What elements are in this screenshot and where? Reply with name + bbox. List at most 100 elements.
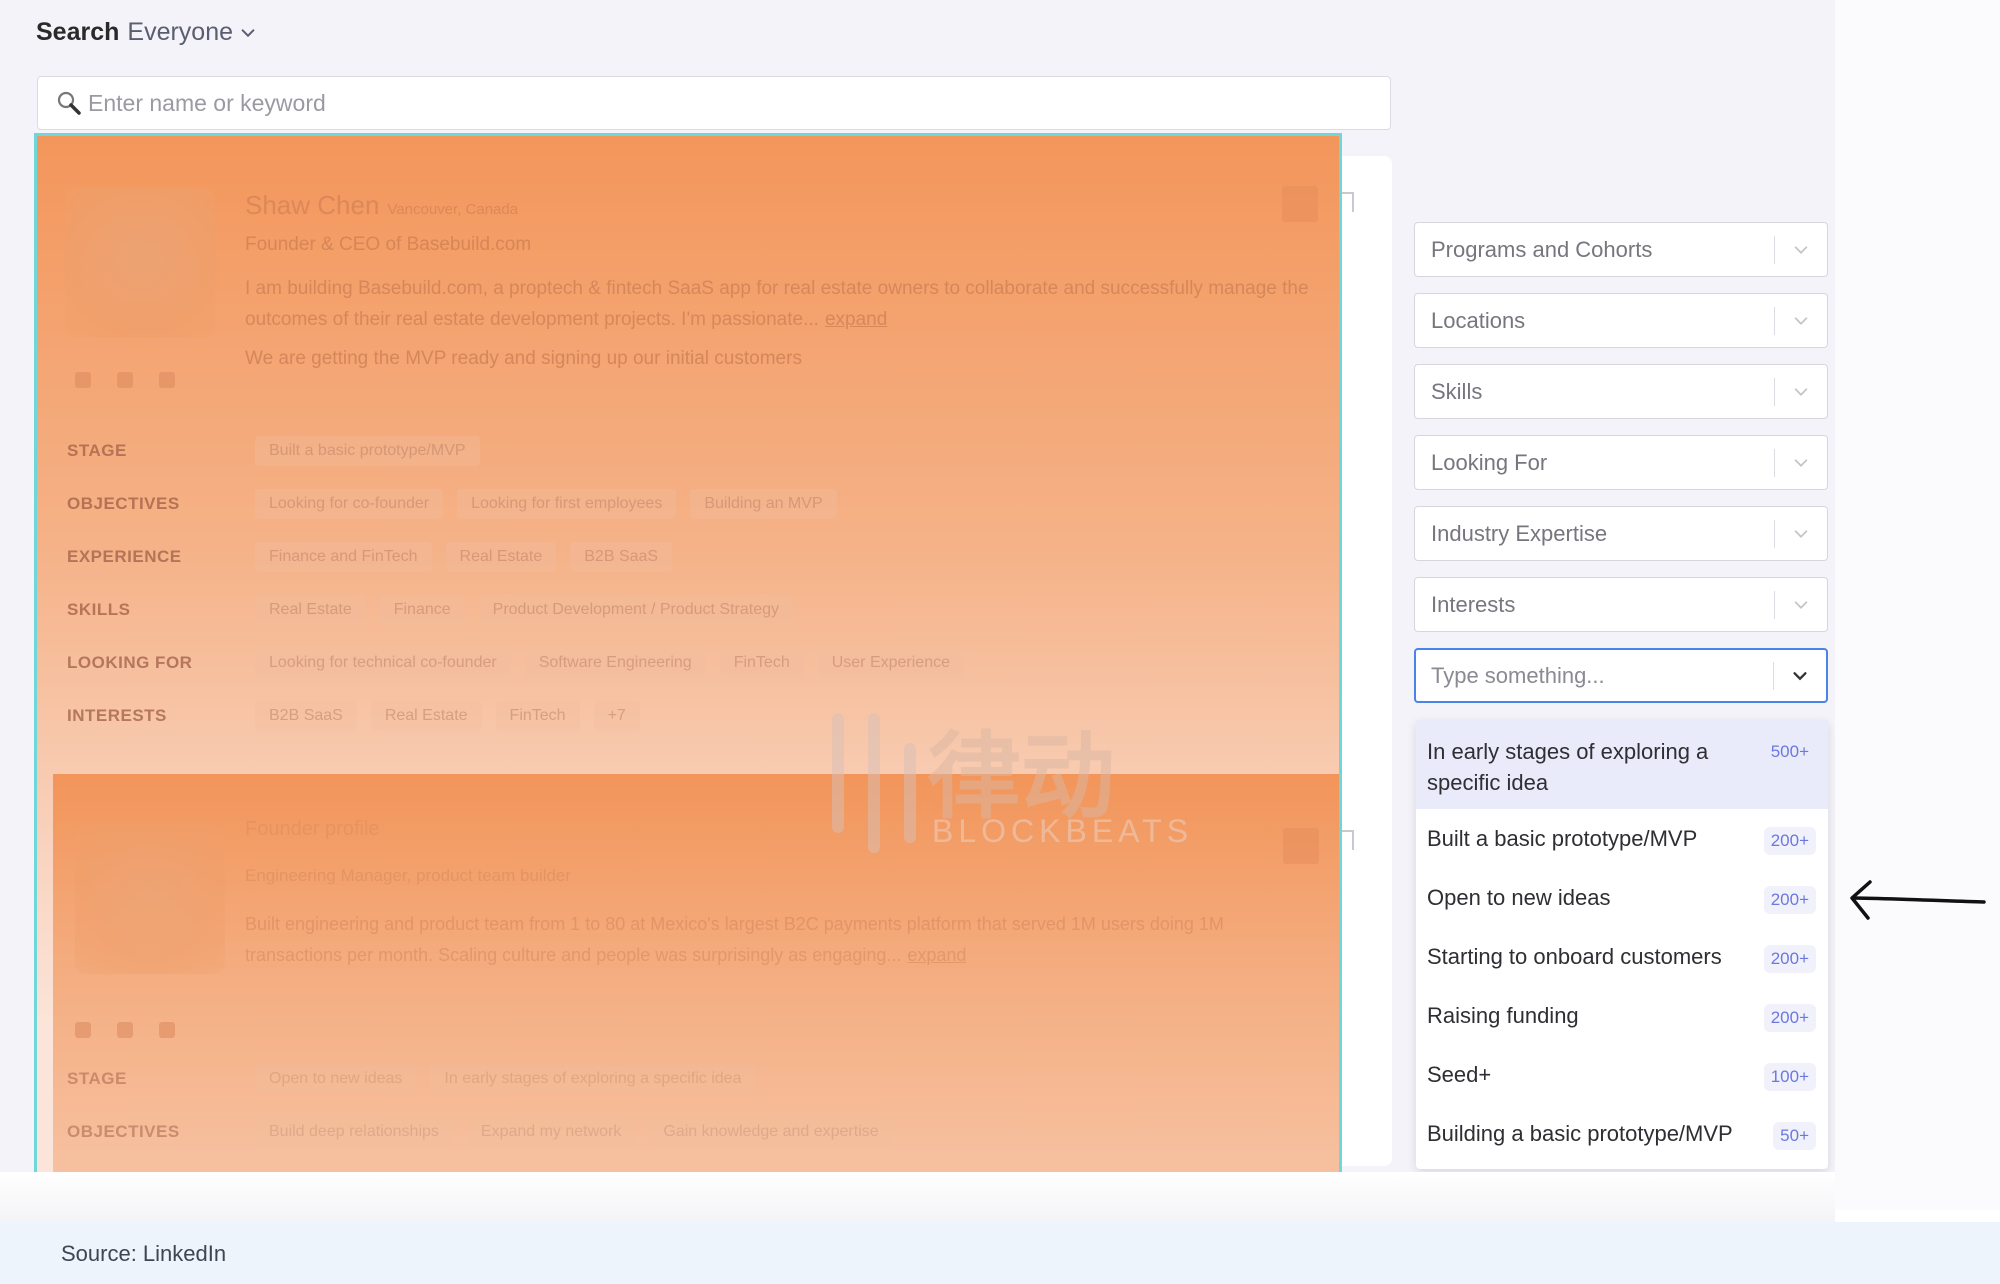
- annotation-arrow-left-icon: [1850, 880, 1986, 920]
- dropdown-option[interactable]: Raising funding 200+: [1416, 986, 1828, 1045]
- dropdown-option[interactable]: Starting to onboard customers 200+: [1416, 927, 1828, 986]
- dropdown-option[interactable]: Open to new ideas 200+: [1416, 868, 1828, 927]
- filter-panel: Programs and Cohorts Locations Skills Lo…: [1414, 222, 1828, 719]
- option-count-badge: 500+: [1770, 742, 1809, 761]
- attribute-chip: Gain knowledge and expertise: [649, 1116, 893, 1147]
- attribute-chip: Built a basic prototype/MVP: [255, 435, 480, 466]
- profile-headline: Founder & CEO of Basebuild.com: [245, 234, 532, 255]
- chevron-down-icon: [1794, 316, 1808, 325]
- more-interests-chip[interactable]: +7: [593, 700, 640, 731]
- attribute-chip: Finance and FinTech: [255, 541, 432, 572]
- social-links: [75, 372, 175, 388]
- profile-headline: Engineering Manager, product team builde…: [245, 866, 572, 885]
- filter-industry-expertise[interactable]: Industry Expertise: [1414, 506, 1828, 561]
- attribute-chip: Finance: [379, 594, 465, 625]
- avatar: [65, 188, 215, 338]
- attribute-row: STAGE Built a basic prototype/MVP: [67, 424, 964, 477]
- search-header: Search Everyone: [36, 18, 257, 47]
- margin-area: [1835, 0, 2000, 1210]
- attribute-label: EXPERIENCE: [67, 546, 182, 566]
- avatar: [75, 824, 225, 974]
- search-input[interactable]: [88, 89, 1288, 117]
- linkedin-icon[interactable]: [117, 1022, 133, 1038]
- option-count-badge: 100+: [1763, 1062, 1816, 1091]
- filter-label: Skills: [1431, 378, 1483, 404]
- twitter-icon[interactable]: [75, 1022, 91, 1038]
- social-links: [75, 1022, 175, 1038]
- option-count-badge: 200+: [1763, 1003, 1816, 1032]
- filter-interests[interactable]: Interests: [1414, 577, 1828, 632]
- attribute-chip: Open to new ideas: [255, 1063, 417, 1094]
- option-label: Starting to onboard customers: [1427, 944, 1722, 969]
- attribute-chip: Looking for co-founder: [255, 488, 444, 519]
- profile-name[interactable]: Founder profile: [245, 818, 380, 841]
- chevron-down-icon: [241, 28, 255, 37]
- bookmark-icon[interactable]: [1340, 192, 1354, 212]
- profile-attributes: STAGE Built a basic prototype/MVP OBJECT…: [67, 424, 964, 742]
- option-label: Open to new ideas: [1427, 885, 1611, 910]
- attribute-chip: Looking for first employees: [457, 488, 677, 519]
- attribute-chip: Real Estate: [370, 700, 482, 731]
- scope-label: Everyone: [127, 18, 234, 46]
- profile-card[interactable]: Founder profile Engineering Manager, pro…: [53, 774, 1339, 1193]
- attribute-chip: User Experience: [817, 647, 964, 678]
- scope-selector[interactable]: Everyone: [127, 18, 257, 47]
- attribute-chip: Expand my network: [466, 1116, 636, 1147]
- chevron-down-icon[interactable]: [1791, 667, 1809, 685]
- twitter-icon[interactable]: [75, 372, 91, 388]
- profile-bio: I am building Basebuild.com, a proptech …: [245, 273, 1325, 335]
- filter-locations[interactable]: Locations: [1414, 293, 1828, 348]
- chevron-down-icon: [1794, 458, 1808, 467]
- chevron-down-icon: [1794, 529, 1808, 538]
- profile-bio: Built engineering and product team from …: [245, 909, 1325, 971]
- filter-programs-and-cohorts[interactable]: Programs and Cohorts: [1414, 222, 1828, 277]
- filter-stage-combobox[interactable]: [1414, 648, 1828, 703]
- search-field[interactable]: [37, 76, 1391, 130]
- bio-text: Built engineering and product team from …: [245, 914, 1224, 965]
- website-icon[interactable]: [159, 372, 175, 388]
- expand-link[interactable]: expand: [907, 945, 966, 965]
- page-bottom-edge: [0, 1172, 1835, 1222]
- attribute-chip: Building an MVP: [690, 488, 837, 519]
- website-icon[interactable]: [159, 1022, 175, 1038]
- profile-card[interactable]: Shaw Chen Vancouver, Canada Founder & CEO…: [37, 136, 1339, 760]
- option-count-badge: 200+: [1763, 885, 1816, 914]
- dropdown-option[interactable]: In early stages of exploring a specific …: [1416, 720, 1828, 809]
- attribute-chip: Looking for technical co-founder: [255, 647, 511, 678]
- attribute-chip: Product Development / Product Strategy: [478, 594, 794, 625]
- attribute-chip: In early stages of exploring a specific …: [430, 1063, 756, 1094]
- app-window: Search Everyone Shaw Chen Vancouver, Cana…: [0, 0, 1835, 1193]
- filter-label: Interests: [1431, 591, 1516, 617]
- attribute-chip: FinTech: [719, 647, 804, 678]
- highlighted-results-overlay: Shaw Chen Vancouver, Canada Founder & CEO…: [34, 133, 1342, 1193]
- attribute-chip: Real Estate: [445, 541, 557, 572]
- attribute-label: LOOKING FOR: [67, 652, 193, 672]
- dropdown-option[interactable]: Building a basic prototype/MVP 50+: [1416, 1104, 1828, 1163]
- linkedin-icon[interactable]: [117, 372, 133, 388]
- profile-location: Vancouver, Canada: [387, 201, 519, 218]
- profile-attributes: STAGE Open to new ideas In early stages …: [67, 1052, 893, 1158]
- filter-label: Industry Expertise: [1431, 520, 1608, 546]
- source-caption: Source: LinkedIn: [61, 1241, 227, 1266]
- filter-search-input[interactable]: [1431, 662, 1773, 689]
- attribute-row: OBJECTIVES Looking for co-founder Lookin…: [67, 477, 964, 530]
- filter-label: Locations: [1431, 307, 1526, 333]
- option-count-badge: 50+: [1773, 1121, 1816, 1150]
- attribute-label: OBJECTIVES: [67, 493, 180, 513]
- expand-link[interactable]: expand: [825, 309, 887, 330]
- dropdown-option[interactable]: Built a basic prototype/MVP 200+: [1416, 809, 1828, 868]
- attribute-label: OBJECTIVES: [67, 1121, 180, 1141]
- profile-name[interactable]: Shaw Chen Vancouver, Canada: [245, 190, 518, 221]
- filter-looking-for[interactable]: Looking For: [1414, 435, 1828, 490]
- filter-skills[interactable]: Skills: [1414, 364, 1828, 419]
- bookmark-icon[interactable]: [1340, 830, 1354, 850]
- attribute-chip: Software Engineering: [524, 647, 706, 678]
- save-profile-button[interactable]: [1282, 186, 1318, 222]
- dropdown-option[interactable]: Seed+ 100+: [1416, 1045, 1828, 1104]
- attribute-chip: Build deep relationships: [255, 1116, 453, 1147]
- option-label: Building a basic prototype/MVP: [1427, 1121, 1733, 1146]
- save-profile-button[interactable]: [1283, 828, 1319, 864]
- profile-name-text: Shaw Chen: [245, 190, 380, 220]
- chevron-down-icon: [1794, 245, 1808, 254]
- chevron-down-icon: [1794, 600, 1808, 609]
